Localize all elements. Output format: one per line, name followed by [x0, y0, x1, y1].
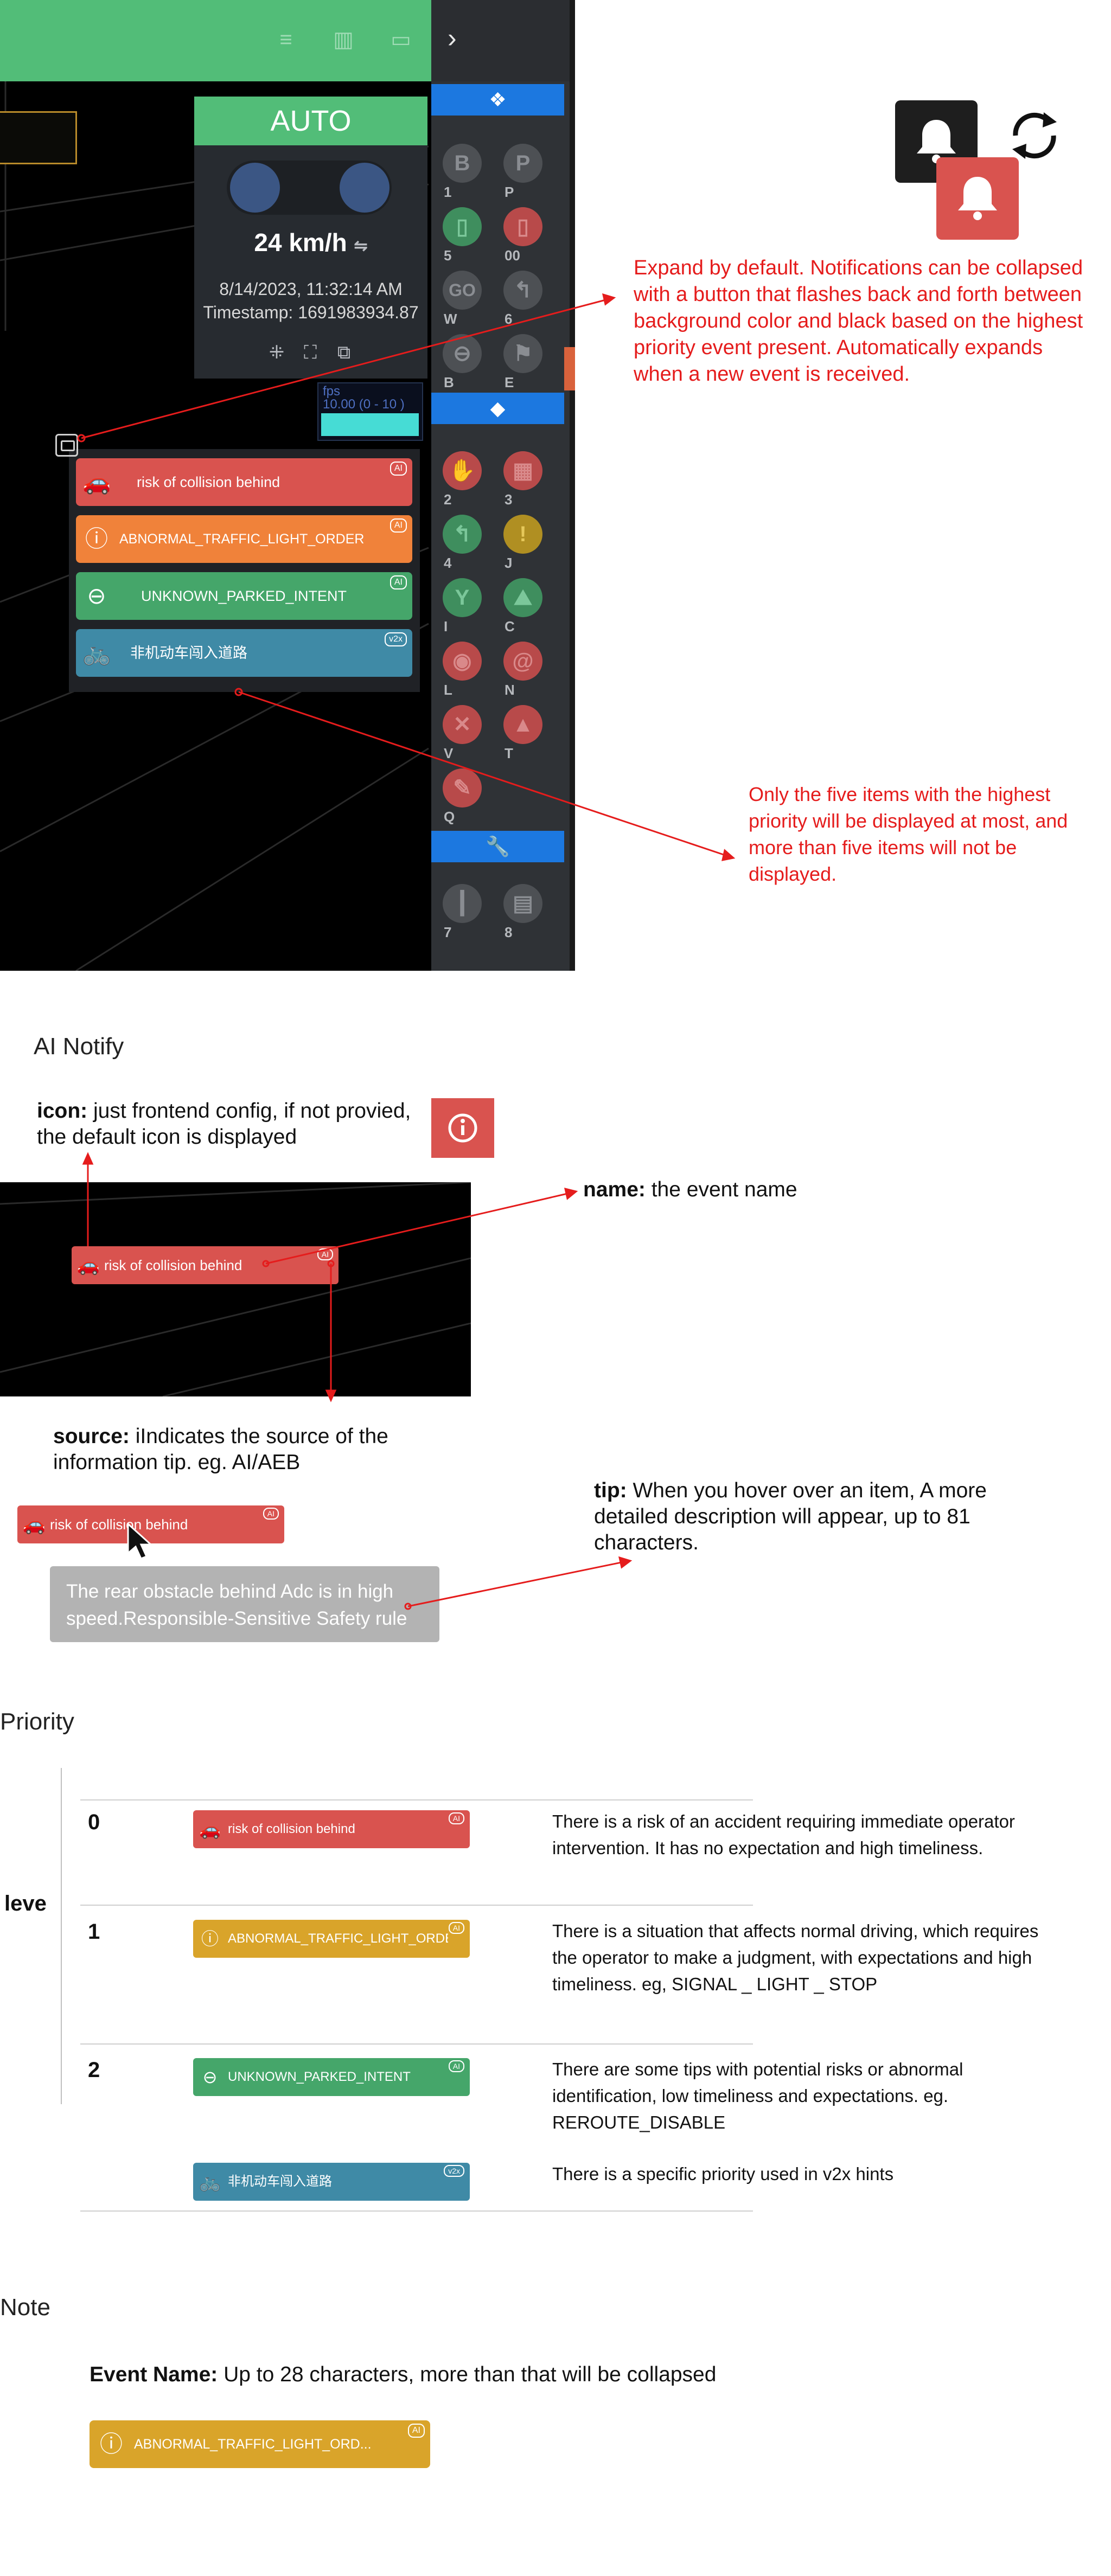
ai-notify-arrows	[82, 1152, 633, 1610]
bicycle-road-icon: 🚲	[199, 2172, 221, 2191]
priority-description: There is a specific priority used in v2x…	[552, 2164, 894, 2184]
table-rule	[80, 2210, 753, 2212]
traffic-light-icon: ⓘ	[201, 1929, 219, 1949]
table-rule	[80, 1799, 753, 1800]
notification-name: UNKNOWN_PARKED_INTENT	[228, 2069, 411, 2084]
priority-example-notification[interactable]: ⓘ ABNORMAL_TRAFFIC_LIGHT_ORDER AI	[193, 1920, 470, 1958]
note-title: Note	[0, 2294, 50, 2321]
icon-label: icon:	[37, 1099, 88, 1123]
no-entry-icon: ⊖	[202, 2067, 218, 2087]
priority-description: There is a risk of an accident requiring…	[552, 1811, 1015, 1858]
notification-name: ABNORMAL_TRAFFIC_LIGHT_ORD...	[134, 2437, 372, 2452]
notification-source: AI	[448, 2060, 464, 2072]
priority-title: Priority	[0, 1708, 74, 1735]
table-rule	[80, 1905, 753, 1906]
priority-axis	[61, 1768, 62, 2104]
notification-name: 非机动车闯入道路	[228, 2174, 332, 2189]
priority-level: 1	[88, 1920, 100, 1944]
annotation-arrows	[77, 293, 736, 861]
priority-example-notification[interactable]: 🚲 非机动车闯入道路 v2x	[193, 2163, 470, 2201]
ai-notify-title: AI Notify	[34, 1033, 124, 1060]
priority-description: There is a situation that affects normal…	[552, 1921, 1039, 1994]
table-rule	[80, 2043, 753, 2045]
notification-source: AI	[448, 1922, 464, 1934]
traffic-light-icon: ⓘ	[99, 2431, 123, 2457]
priority-example-notification[interactable]: 🚗 risk of collision behind AI	[193, 1810, 470, 1848]
car-collision-icon: 🚗	[199, 1819, 221, 1839]
notification-source: AI	[407, 2424, 425, 2438]
note-desc: Up to 28 characters, more than that will…	[224, 2363, 717, 2386]
note-label: Event Name:	[90, 2363, 218, 2386]
priority-description: There are some tips with potential risks…	[552, 2059, 963, 2132]
notification-name: risk of collision behind	[228, 1822, 355, 1836]
priority-level: 0	[88, 1810, 100, 1834]
notification-name: ABNORMAL_TRAFFIC_LIGHT_ORDER	[228, 1931, 448, 1946]
truncated-name-example[interactable]: ⓘ ABNORMAL_TRAFFIC_LIGHT_ORD... AI	[90, 2420, 430, 2468]
note-description: Event Name: Up to 28 characters, more th…	[90, 2362, 1012, 2388]
priority-axis-label: leve	[4, 1892, 47, 1915]
notification-source: v2x	[444, 2165, 464, 2177]
priority-level: 2	[88, 2058, 100, 2082]
notification-source: AI	[448, 1812, 464, 1824]
priority-example-notification[interactable]: ⊖ UNKNOWN_PARKED_INTENT AI	[193, 2058, 470, 2096]
